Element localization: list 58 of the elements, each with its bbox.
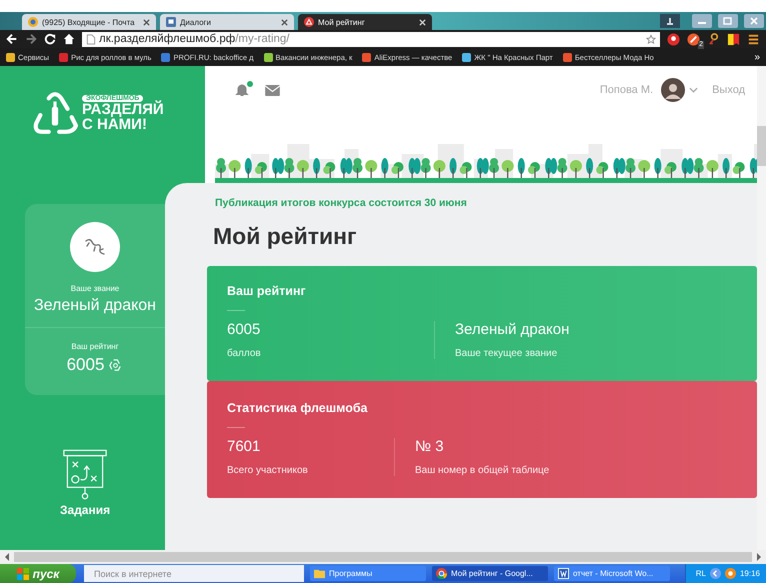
windows-logo-icon — [16, 568, 29, 580]
bookmark-flag-icon[interactable] — [727, 32, 740, 46]
warning-icon — [304, 17, 314, 27]
browser-icon — [436, 568, 447, 579]
circle-icon[interactable] — [724, 568, 736, 579]
recycle-icon — [108, 358, 124, 372]
menu-icon[interactable] — [747, 32, 760, 46]
stat-label: Всего участников — [227, 465, 309, 476]
browser-tab[interactable]: Диалоги — [160, 14, 294, 30]
search-field[interactable]: Поиск в интернете — [84, 565, 304, 582]
whiteboard-icon — [63, 449, 108, 501]
stat-label: баллов — [227, 348, 262, 359]
rating-value: 6005 — [66, 355, 104, 375]
pencil-icon[interactable] — [687, 32, 700, 46]
page-icon — [86, 34, 96, 44]
document-icon — [558, 568, 569, 579]
address-bar[interactable]: лк.разделяйфлешмоб.рф/my-rating/ — [82, 32, 660, 46]
logo-text: РАЗДЕЛЯЙ — [82, 102, 164, 116]
star-icon[interactable] — [646, 34, 656, 44]
home-icon[interactable] — [63, 33, 75, 45]
card-title: Ваш рейтинг — [227, 284, 307, 298]
close-icon[interactable] — [281, 18, 288, 26]
page-title: Мой рейтинг — [213, 223, 358, 250]
forward-icon[interactable] — [25, 33, 37, 45]
notice-text: Публикация итогов конкурса состоится 30 июня — [215, 197, 468, 209]
browser-tab[interactable]: (9925) Входящие - Почта — [22, 14, 156, 30]
rating-label: Ваш рейтинг — [71, 342, 119, 351]
right-arrow-icon[interactable] — [756, 553, 762, 561]
back-icon[interactable] — [6, 33, 18, 45]
browser-tab[interactable]: Мой рейтинг — [298, 14, 432, 30]
start-button[interactable]: пуск — [0, 564, 76, 583]
rank-value: Зеленый дракон — [34, 297, 156, 315]
rank-label: Ваше звание — [70, 284, 120, 293]
stat-label: Ваш номер в общей таблице — [415, 465, 550, 476]
taskbar-button[interactable]: Программы — [310, 566, 426, 581]
chevron-left-icon[interactable] — [710, 568, 721, 579]
taskbar-button[interactable]: отчет - Microsoft Wo... — [554, 566, 670, 581]
horizontal-scrollbar[interactable] — [0, 550, 766, 564]
bell-icon[interactable] — [235, 83, 249, 97]
stat-value: № 3 — [415, 438, 445, 455]
left-arrow-icon[interactable] — [4, 553, 10, 561]
avatar-icon[interactable] — [661, 78, 686, 102]
key-icon[interactable] — [707, 32, 720, 46]
close-icon[interactable] — [143, 18, 150, 26]
stat-label: Ваше текущее звание — [455, 348, 558, 359]
clock: 19:16 — [740, 569, 760, 578]
taskbar-button[interactable]: Мой рейтинг - Googl... — [432, 566, 548, 581]
folder-icon — [314, 568, 325, 579]
vertical-scrollbar[interactable] — [757, 66, 766, 550]
stat-value: Зеленый дракон — [455, 321, 570, 338]
stat-value: 7601 — [227, 438, 262, 455]
stat-value: 6005 — [227, 321, 262, 338]
recycle-bottle-icon — [32, 92, 78, 134]
logo-text: С НАМИ! — [82, 116, 147, 132]
more-bookmarks-button[interactable]: » — [754, 52, 760, 62]
chat-icon — [166, 17, 176, 27]
reload-icon[interactable] — [44, 33, 56, 45]
card-title: Статистика флешмоба — [227, 401, 369, 415]
